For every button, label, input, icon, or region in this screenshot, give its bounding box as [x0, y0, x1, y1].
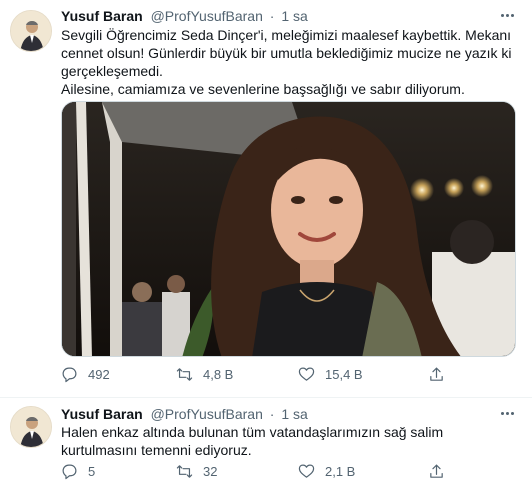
- share-button[interactable]: [428, 366, 445, 383]
- tweet-text-paragraph: Halen enkaz altında bulunan tüm vatandaş…: [61, 424, 447, 458]
- retweet-button[interactable]: 32: [176, 463, 217, 480]
- author-name[interactable]: Yusuf Baran: [61, 8, 143, 24]
- reply-count: 492: [88, 367, 110, 382]
- retweet-button[interactable]: 4,8 B: [176, 366, 233, 383]
- share-icon: [430, 367, 443, 381]
- tweet-text: Halen enkaz altında bulunan tüm vatandaş…: [61, 423, 516, 459]
- retweet-icon: [176, 465, 193, 478]
- like-button[interactable]: 2,1 B: [298, 463, 355, 480]
- avatar[interactable]: [10, 406, 52, 448]
- separator: ·: [269, 8, 275, 24]
- reply-button[interactable]: 492: [61, 366, 110, 383]
- tweet[interactable]: Yusuf Baran @ProfYusufBaran · 1 sa Sevgi…: [0, 0, 532, 398]
- tweet-time[interactable]: 1 sa: [281, 406, 307, 422]
- tweet-actions: 492 4,8 B 15,4 B: [61, 366, 461, 386]
- like-count: 2,1 B: [325, 464, 356, 479]
- tweet-actions: 5 32 2,1 B: [61, 463, 461, 483]
- tweet-text: Sevgili Öğrencimiz Seda Dinçer'i, meleği…: [61, 26, 516, 98]
- separator: ·: [269, 406, 275, 422]
- author-handle[interactable]: @ProfYusufBaran: [151, 8, 263, 24]
- tweet-photo[interactable]: [61, 101, 516, 357]
- tweet[interactable]: Yusuf Baran @ProfYusufBaran · 1 sa Halen…: [0, 398, 532, 490]
- retweet-count: 32: [203, 464, 218, 479]
- retweet-count: 4,8 B: [203, 367, 234, 382]
- more-icon[interactable]: [496, 404, 518, 422]
- like-count: 15,4 B: [325, 367, 363, 382]
- tweet-header: Yusuf Baran @ProfYusufBaran · 1 sa: [61, 405, 308, 423]
- author-handle[interactable]: @ProfYusufBaran: [151, 406, 263, 422]
- reply-button[interactable]: 5: [61, 463, 95, 480]
- like-button[interactable]: 15,4 B: [298, 366, 363, 383]
- tweet-text-paragraph: Ailesine, camiamıza ve sevenlerine başsa…: [61, 81, 465, 97]
- share-icon: [430, 464, 443, 478]
- reply-count: 5: [88, 464, 96, 479]
- more-icon[interactable]: [496, 6, 518, 24]
- retweet-icon: [176, 368, 193, 381]
- reply-icon: [62, 367, 77, 383]
- tweet-text-paragraph: Sevgili Öğrencimiz Seda Dinçer'i, meleği…: [61, 27, 516, 79]
- share-button[interactable]: [428, 463, 445, 480]
- tweet-header: Yusuf Baran @ProfYusufBaran · 1 sa: [61, 7, 308, 25]
- heart-icon: [298, 367, 315, 381]
- tweet-time[interactable]: 1 sa: [281, 8, 307, 24]
- author-name[interactable]: Yusuf Baran: [61, 406, 143, 422]
- avatar[interactable]: [10, 10, 52, 52]
- reply-icon: [62, 464, 77, 480]
- heart-icon: [298, 464, 315, 478]
